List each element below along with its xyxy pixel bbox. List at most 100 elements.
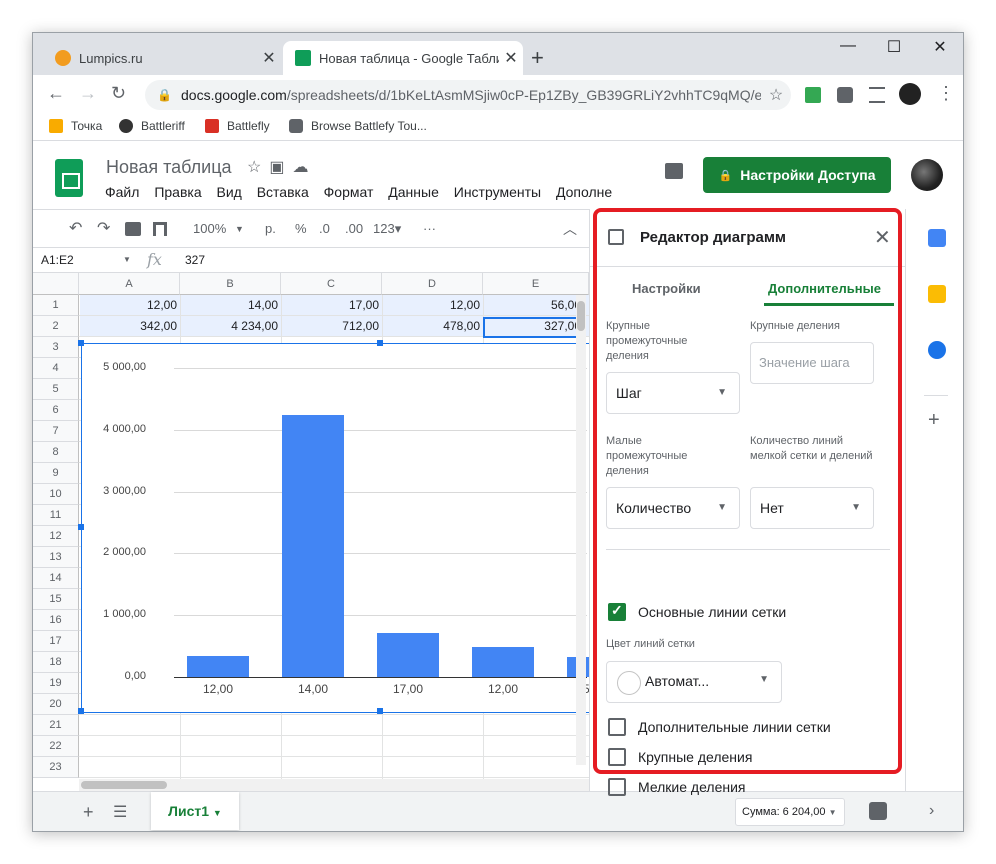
document-title[interactable]: Новая таблица: [106, 157, 232, 178]
back-icon[interactable]: ←: [47, 83, 65, 104]
resize-handle[interactable]: [377, 340, 383, 346]
major-ticks-checkbox[interactable]: [608, 748, 626, 766]
row-header[interactable]: 5: [33, 379, 79, 400]
chevron-right-icon[interactable]: ›: [929, 802, 934, 820]
name-box[interactable]: A1:E2: [41, 253, 74, 267]
row-header[interactable]: 8: [33, 442, 79, 463]
column-header[interactable]: A: [79, 273, 180, 295]
close-window-icon[interactable]: ✕: [917, 37, 963, 57]
chart-object[interactable]: 0,00 1 000,00 2 000,00 3 000,00 4 000,00 5 00…: [78, 340, 589, 714]
chart-bar[interactable]: [377, 632, 439, 677]
row-header[interactable]: 1: [33, 295, 79, 316]
comments-icon[interactable]: [665, 163, 683, 179]
forward-icon[interactable]: →: [79, 83, 97, 104]
print-icon[interactable]: [125, 222, 141, 236]
main-gridlines-checkbox[interactable]: [608, 602, 626, 621]
menu-addons[interactable]: Дополне: [556, 184, 612, 200]
column-header[interactable]: B: [180, 273, 281, 295]
maximize-icon[interactable]: ☐: [871, 37, 917, 57]
menu-kebab-icon[interactable]: ⋮: [937, 83, 955, 104]
resize-handle[interactable]: [78, 340, 84, 346]
cell-c1[interactable]: 17,00: [282, 295, 383, 316]
increase-decimals-button[interactable]: .00: [345, 221, 363, 236]
cell-c2[interactable]: 712,00: [282, 316, 383, 337]
row-header[interactable]: 15: [33, 589, 79, 610]
menu-file[interactable]: Файл: [105, 184, 139, 200]
tab-settings[interactable]: Настройки: [632, 281, 701, 296]
sheets-logo-icon[interactable]: [55, 159, 83, 197]
row-header[interactable]: 20: [33, 694, 79, 715]
major-step-input[interactable]: Значение шага: [750, 342, 874, 384]
row-header[interactable]: 19: [33, 673, 79, 694]
column-header[interactable]: E: [483, 273, 589, 295]
row-header[interactable]: 6: [33, 400, 79, 421]
row-header[interactable]: 14: [33, 568, 79, 589]
row-header[interactable]: 2: [33, 316, 79, 337]
chart-bar[interactable]: [472, 647, 534, 677]
row-header[interactable]: 12: [33, 526, 79, 547]
row-header[interactable]: 17: [33, 631, 79, 652]
new-tab-button[interactable]: +: [531, 45, 544, 71]
minor-ticks-checkbox[interactable]: [608, 778, 626, 796]
menu-format[interactable]: Формат: [324, 184, 374, 200]
currency-button[interactable]: р.: [265, 221, 276, 236]
decrease-decimals-button[interactable]: .0: [319, 221, 330, 236]
resize-handle[interactable]: [377, 708, 383, 714]
row-header[interactable]: 22: [33, 736, 79, 757]
media-queue-icon[interactable]: [869, 87, 885, 103]
row-header[interactable]: 7: [33, 421, 79, 442]
reload-icon[interactable]: ↻: [111, 83, 126, 104]
chevron-down-icon[interactable]: ▼: [123, 255, 131, 264]
tab-sheets[interactable]: Новая таблица - Google Табли... ✕: [283, 41, 523, 75]
formula-input[interactable]: 327: [185, 253, 205, 267]
major-step-select[interactable]: Шаг ▼: [606, 372, 740, 414]
more-tools-button[interactable]: ···: [423, 221, 436, 236]
bookmark-item[interactable]: Battlefly: [205, 119, 270, 133]
row-header[interactable]: 3: [33, 337, 79, 358]
bookmark-item[interactable]: Battleriff: [119, 119, 185, 133]
scroll-thumb[interactable]: [81, 781, 167, 789]
row-header[interactable]: 13: [33, 547, 79, 568]
add-sheet-button[interactable]: +: [83, 802, 94, 823]
bookmark-item[interactable]: Точка: [49, 119, 102, 133]
cell-a1[interactable]: 12,00: [80, 295, 181, 316]
percent-button[interactable]: %: [295, 221, 307, 236]
menu-view[interactable]: Вид: [217, 184, 242, 200]
vertical-scrollbar[interactable]: [576, 295, 586, 765]
select-all-corner[interactable]: [33, 273, 79, 295]
grid-color-picker[interactable]: Автомат... ▼: [606, 661, 782, 703]
menu-edit[interactable]: Правка: [154, 184, 201, 200]
minimize-icon[interactable]: —: [825, 37, 871, 55]
chevron-down-icon[interactable]: ▼: [213, 808, 222, 818]
cell-a2[interactable]: 342,00: [80, 316, 181, 337]
all-sheets-icon[interactable]: ☰: [113, 802, 127, 822]
spreadsheet-grid[interactable]: A B C D E 1 2 3 4 5 6 7 8 9 10 11 12 13 14 15 16 17 18 19 2…: [33, 273, 589, 779]
row-header[interactable]: 16: [33, 610, 79, 631]
tasks-icon[interactable]: [928, 341, 946, 359]
paint-format-icon[interactable]: [153, 222, 167, 236]
cell-b2[interactable]: 4 234,00: [181, 316, 282, 337]
share-button[interactable]: 🔒 Настройки Доступа: [703, 157, 891, 193]
sheet-tab[interactable]: Лист1 ▼: [151, 792, 239, 830]
bookmark-item[interactable]: Browse Battlefy Tou...: [289, 119, 427, 133]
row-header[interactable]: 18: [33, 652, 79, 673]
close-icon[interactable]: ✕: [499, 48, 523, 68]
zoom-select[interactable]: 100%: [193, 221, 226, 236]
extensions-puzzle-icon[interactable]: [837, 87, 853, 103]
explore-icon[interactable]: [869, 802, 887, 820]
move-folder-icon[interactable]: ▣: [269, 159, 292, 176]
address-bar[interactable]: 🔒 docs.google.com/spreadsheets/d/1bKeLtA…: [145, 80, 791, 110]
resize-handle[interactable]: [78, 524, 84, 530]
scroll-thumb[interactable]: [577, 301, 585, 331]
tab-customize[interactable]: Дополнительные: [768, 281, 881, 296]
chart-bar[interactable]: [282, 415, 344, 677]
chart-bar[interactable]: [187, 655, 249, 677]
row-header[interactable]: 9: [33, 463, 79, 484]
minor-step-select[interactable]: Количество ▼: [606, 487, 740, 529]
minor-count-select[interactable]: Нет ▼: [750, 487, 874, 529]
resize-handle[interactable]: [78, 708, 84, 714]
row-header[interactable]: 23: [33, 757, 79, 778]
cell-d2[interactable]: 478,00: [383, 316, 484, 337]
row-header[interactable]: 21: [33, 715, 79, 736]
close-icon[interactable]: ✕: [874, 225, 891, 250]
